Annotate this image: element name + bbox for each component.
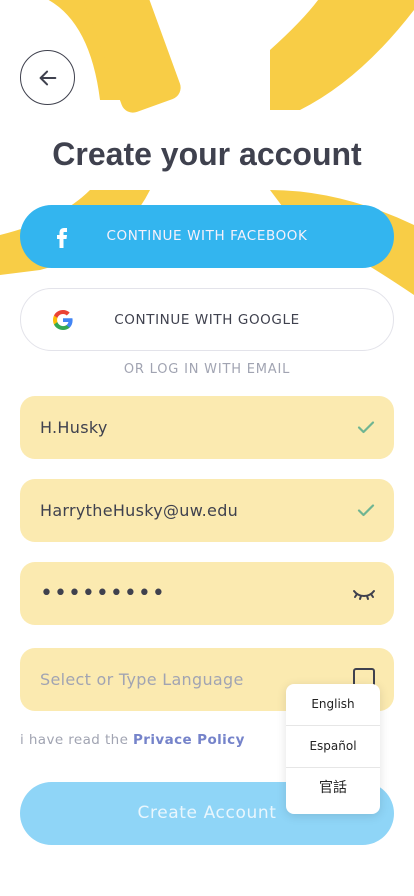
password-field[interactable]: ••••••••• xyxy=(20,562,394,625)
language-dropdown-menu: English Español 官話 xyxy=(286,684,380,814)
or-login-with-email-label: OR LOG IN WITH EMAIL xyxy=(123,362,291,377)
eye-closed-icon[interactable] xyxy=(352,583,376,603)
facebook-button-label: CONTINUE WITH FACEBOOK xyxy=(106,228,308,244)
arrow-left-icon xyxy=(39,70,56,85)
page-title: Create your account xyxy=(52,136,362,172)
password-value: ••••••••• xyxy=(40,581,166,606)
privacy-policy-text: i have read the Privace Policy xyxy=(20,732,245,748)
username-value: H.Husky xyxy=(40,418,108,437)
username-field[interactable]: H.Husky xyxy=(20,396,394,459)
policy-prefix: i have read the xyxy=(20,732,133,748)
google-button-label: CONTINUE WITH GOOGLE xyxy=(114,312,300,328)
privacy-policy-link[interactable]: Privace Policy xyxy=(133,732,245,748)
language-option-espanol[interactable]: Español xyxy=(286,726,380,768)
check-icon xyxy=(357,421,375,434)
language-option-english[interactable]: English xyxy=(286,684,380,726)
back-button[interactable] xyxy=(20,50,75,105)
continue-with-facebook-button[interactable]: CONTINUE WITH FACEBOOK xyxy=(20,205,394,268)
email-value: HarrytheHusky@uw.edu xyxy=(40,501,239,520)
language-option-mandarin[interactable]: 官話 xyxy=(286,768,380,809)
continue-with-google-button[interactable]: CONTINUE WITH GOOGLE xyxy=(20,288,394,351)
check-icon xyxy=(357,504,375,517)
language-placeholder: Select or Type Language xyxy=(40,670,244,689)
email-field[interactable]: HarrytheHusky@uw.edu xyxy=(20,479,394,542)
